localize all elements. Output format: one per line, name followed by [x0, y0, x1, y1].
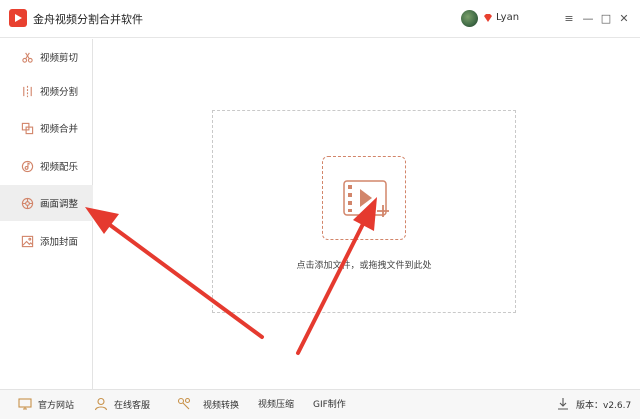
version-label: 版本：v2.6.7: [576, 400, 632, 411]
sidebar-item-picture-adjust[interactable]: 画面调整: [0, 185, 93, 221]
official-website-link[interactable]: 官方网站: [18, 397, 74, 411]
add-video-button[interactable]: [322, 156, 406, 240]
scissors-icon: [20, 50, 34, 64]
sidebar: 视频剪切 视频分割 视频合并 视频配乐 画面调整 添加封面: [0, 39, 93, 389]
sidebar-item-video-split[interactable]: 视频分割: [0, 73, 93, 109]
version-info[interactable]: 版本：v2.6.7: [556, 397, 631, 411]
split-icon: [20, 84, 34, 98]
sidebar-item-add-cover[interactable]: 添加封面: [0, 223, 93, 259]
gif-make-link[interactable]: GIF制作: [313, 397, 346, 410]
footer-bar: 官方网站 在线客服 视频转换 视频压缩 GIF制作 版本：v2.6.7: [0, 389, 640, 419]
play-logo-icon: [9, 9, 27, 27]
adjust-icon: [20, 196, 34, 210]
music-icon: [20, 159, 34, 173]
close-button[interactable]: ✕: [615, 9, 633, 27]
title-bar: 金舟视频分割合并软件 Lyan ≡ — □ ✕: [0, 0, 640, 38]
merge-icon: [20, 121, 34, 135]
monitor-icon: [18, 397, 32, 411]
video-convert-link[interactable]: 视频转换: [177, 397, 239, 411]
footer-item-label: 视频转换: [203, 400, 240, 411]
sidebar-item-label: 视频配乐: [40, 162, 79, 173]
sidebar-item-label: 画面调整: [40, 199, 79, 210]
online-support-link[interactable]: 在线客服: [94, 397, 150, 411]
username[interactable]: Lyan: [496, 12, 519, 23]
sidebar-item-label: 视频合并: [40, 124, 79, 135]
sidebar-item-video-merge[interactable]: 视频合并: [0, 110, 93, 146]
tools-icon: [177, 397, 191, 411]
vip-crown-icon: [483, 13, 493, 26]
app-title: 金舟视频分割合并软件: [33, 13, 143, 26]
footer-item-label: GIF制作: [313, 400, 346, 410]
sidebar-item-label: 视频剪切: [40, 53, 79, 64]
avatar[interactable]: [461, 10, 478, 27]
download-icon: [556, 397, 570, 411]
footer-item-label: 在线客服: [114, 400, 151, 411]
sidebar-item-label: 视频分割: [40, 87, 79, 98]
sidebar-item-video-cut[interactable]: 视频剪切: [0, 39, 93, 75]
footer-item-label: 视频压缩: [258, 400, 295, 410]
maximize-button[interactable]: □: [597, 9, 615, 27]
cover-image-icon: [20, 234, 34, 248]
add-video-icon: [343, 180, 389, 217]
drop-hint-text: 点击添加文件，或拖拽文件到此处: [296, 261, 432, 271]
sidebar-item-label: 添加封面: [40, 237, 79, 248]
menu-icon[interactable]: ≡: [560, 9, 578, 27]
user-icon: [94, 397, 108, 411]
minimize-button[interactable]: —: [579, 9, 597, 27]
footer-item-label: 官方网站: [38, 400, 75, 411]
sidebar-item-video-music[interactable]: 视频配乐: [0, 148, 93, 184]
video-compress-link[interactable]: 视频压缩: [258, 397, 294, 410]
